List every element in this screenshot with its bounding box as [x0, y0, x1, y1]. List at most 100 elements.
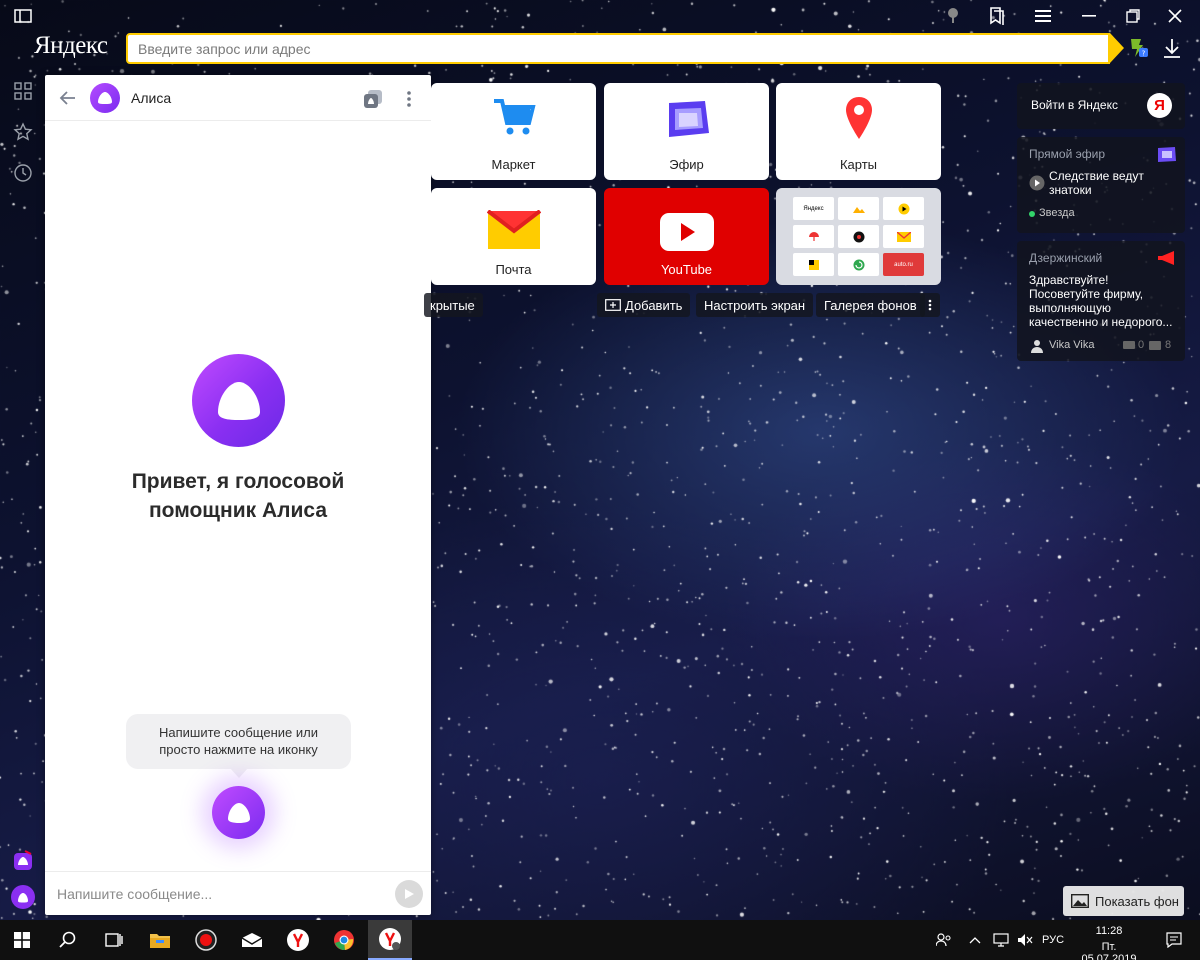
tile-label: YouTube — [660, 262, 713, 277]
windows-start-icon[interactable] — [0, 920, 44, 960]
yandex-browser-icon[interactable] — [368, 920, 412, 960]
address-bar[interactable] — [126, 33, 1124, 64]
mail-app-icon[interactable] — [230, 920, 274, 960]
hidden-tabs-button[interactable]: крытые — [424, 293, 483, 317]
input-language[interactable]: РУС — [1042, 934, 1064, 946]
address-input[interactable] — [128, 35, 1108, 62]
gallery-button[interactable]: Галерея фонов — [816, 293, 925, 317]
add-icon — [605, 299, 621, 311]
apps-grid-icon[interactable] — [11, 79, 35, 103]
local-news-widget[interactable]: Дзержинский Здравствуйте! Посоветуйте фи… — [1017, 241, 1185, 361]
history-clock-icon[interactable] — [11, 161, 35, 185]
mini-umbrella-icon — [793, 225, 834, 248]
mini-mail-icon — [883, 225, 924, 248]
send-button[interactable] — [395, 880, 423, 908]
skills-catalog-icon[interactable] — [361, 87, 385, 111]
bookmarks-icon[interactable] — [984, 4, 1010, 28]
add-tile-button[interactable]: Добавить — [597, 293, 691, 317]
menu-icon[interactable] — [1030, 4, 1056, 28]
clock-time[interactable]: 11:28 — [1074, 925, 1144, 937]
download-icon[interactable] — [1160, 36, 1184, 60]
close-icon[interactable] — [1162, 4, 1188, 28]
mini-auto-ru: auto.ru — [883, 253, 924, 276]
alice-voice-button[interactable] — [212, 786, 265, 839]
yandex-logo[interactable]: Яндекс — [34, 32, 108, 60]
tile-maps[interactable]: Карты — [776, 83, 941, 180]
maps-pin-icon — [844, 95, 874, 146]
news-text: Здравствуйте! Посоветуйте фирму, выполня… — [1029, 273, 1173, 329]
search-icon[interactable] — [46, 920, 90, 960]
notifications-icon[interactable] — [1154, 920, 1194, 960]
image-icon — [1071, 894, 1089, 908]
alice-skill-icon[interactable] — [11, 848, 35, 872]
tile-market[interactable]: Маркет — [431, 83, 596, 180]
star-icon[interactable] — [11, 120, 35, 144]
bar-more-icon[interactable] — [920, 293, 940, 317]
tile-efir[interactable]: Эфир — [604, 83, 769, 180]
broadcast-channel: Звезда — [1039, 207, 1075, 219]
alice-greeting: Привет, я голосовой помощник Алиса — [131, 470, 345, 522]
alice-hint-bubble: Напишите сообщение или просто нажмите на… — [126, 714, 351, 778]
volume-muted-icon[interactable] — [1012, 920, 1038, 960]
yandex-badge-icon[interactable]: Я — [1147, 93, 1172, 118]
recorder-app-icon[interactable] — [184, 920, 228, 960]
broadcast-show: Следствие ведут знатоки — [1049, 169, 1144, 197]
alice-message-input[interactable] — [57, 880, 377, 908]
comments-count: 0 — [1138, 339, 1145, 351]
mini-video-icon — [883, 197, 924, 220]
alice-avatar — [90, 83, 120, 113]
play-circle-icon[interactable] — [1029, 175, 1045, 191]
live-broadcast-widget[interactable]: Прямой эфир Следствие ведут знатоки Звез… — [1017, 137, 1185, 233]
youtube-play-icon — [659, 212, 715, 257]
live-dot-icon — [1029, 211, 1035, 217]
browser-top-bar: Яндекс ? — [0, 0, 1200, 70]
views-count: 8 — [1165, 339, 1172, 351]
extension-icon[interactable]: ? — [1127, 37, 1149, 59]
sidebar-toggle-icon[interactable] — [10, 4, 36, 28]
tile-label: Почта — [495, 262, 532, 277]
login-text: Войти в Яндекс — [1031, 98, 1118, 112]
tile-label: Эфир — [669, 157, 704, 172]
market-cart-icon — [492, 95, 536, 144]
alice-mic-icon[interactable] — [940, 4, 966, 28]
tile-label: Карты — [839, 157, 878, 172]
play-send-icon — [405, 889, 414, 899]
tray-chevron-up-icon[interactable] — [962, 920, 988, 960]
alice-input-row — [45, 871, 431, 915]
tile-youtube[interactable]: YouTube — [604, 188, 769, 285]
clock-date[interactable]: Пт. 05.07.2019 — [1074, 941, 1144, 960]
efir-icon — [663, 97, 711, 144]
back-arrow-icon[interactable] — [57, 87, 79, 109]
mini-yellow-icon — [793, 253, 834, 276]
minimize-icon[interactable] — [1076, 4, 1102, 28]
widget-heading: Прямой эфир — [1029, 147, 1105, 161]
network-icon[interactable] — [988, 920, 1014, 960]
efir-small-icon — [1158, 147, 1176, 162]
tile-collection[interactable]: Яндекс auto.ru — [776, 188, 941, 285]
show-background-button[interactable]: Показать фон — [1063, 886, 1184, 916]
news-author: Vika Vika — [1049, 339, 1095, 351]
views-icon — [1149, 341, 1161, 350]
mini-music-icon — [838, 225, 879, 248]
alice-large-logo[interactable] — [192, 354, 285, 447]
alice-panel: Алиса Привет, я голосовой помощник Алиса… — [45, 75, 431, 915]
file-explorer-icon[interactable] — [138, 920, 182, 960]
mini-zen-icon — [838, 197, 879, 220]
chrome-icon[interactable] — [322, 920, 366, 960]
yandex-app-icon[interactable] — [276, 920, 320, 960]
svg-text:?: ? — [1142, 50, 1146, 58]
mini-yandex: Яндекс — [793, 197, 834, 220]
restore-icon[interactable] — [1120, 4, 1146, 28]
widget-heading: Дзержинский — [1029, 251, 1103, 265]
people-icon[interactable] — [926, 920, 962, 960]
user-avatar-icon — [1031, 340, 1043, 353]
alice-panel-title: Алиса — [131, 90, 172, 106]
customize-screen-button[interactable]: Настроить экран — [696, 293, 814, 317]
alice-icon[interactable] — [11, 885, 35, 909]
more-options-icon[interactable] — [397, 87, 421, 111]
mail-envelope-icon — [486, 209, 541, 255]
tile-mail[interactable]: Почта — [431, 188, 596, 285]
mini-green-icon — [838, 253, 879, 276]
task-view-icon[interactable] — [92, 920, 136, 960]
alice-panel-header: Алиса — [45, 75, 431, 121]
